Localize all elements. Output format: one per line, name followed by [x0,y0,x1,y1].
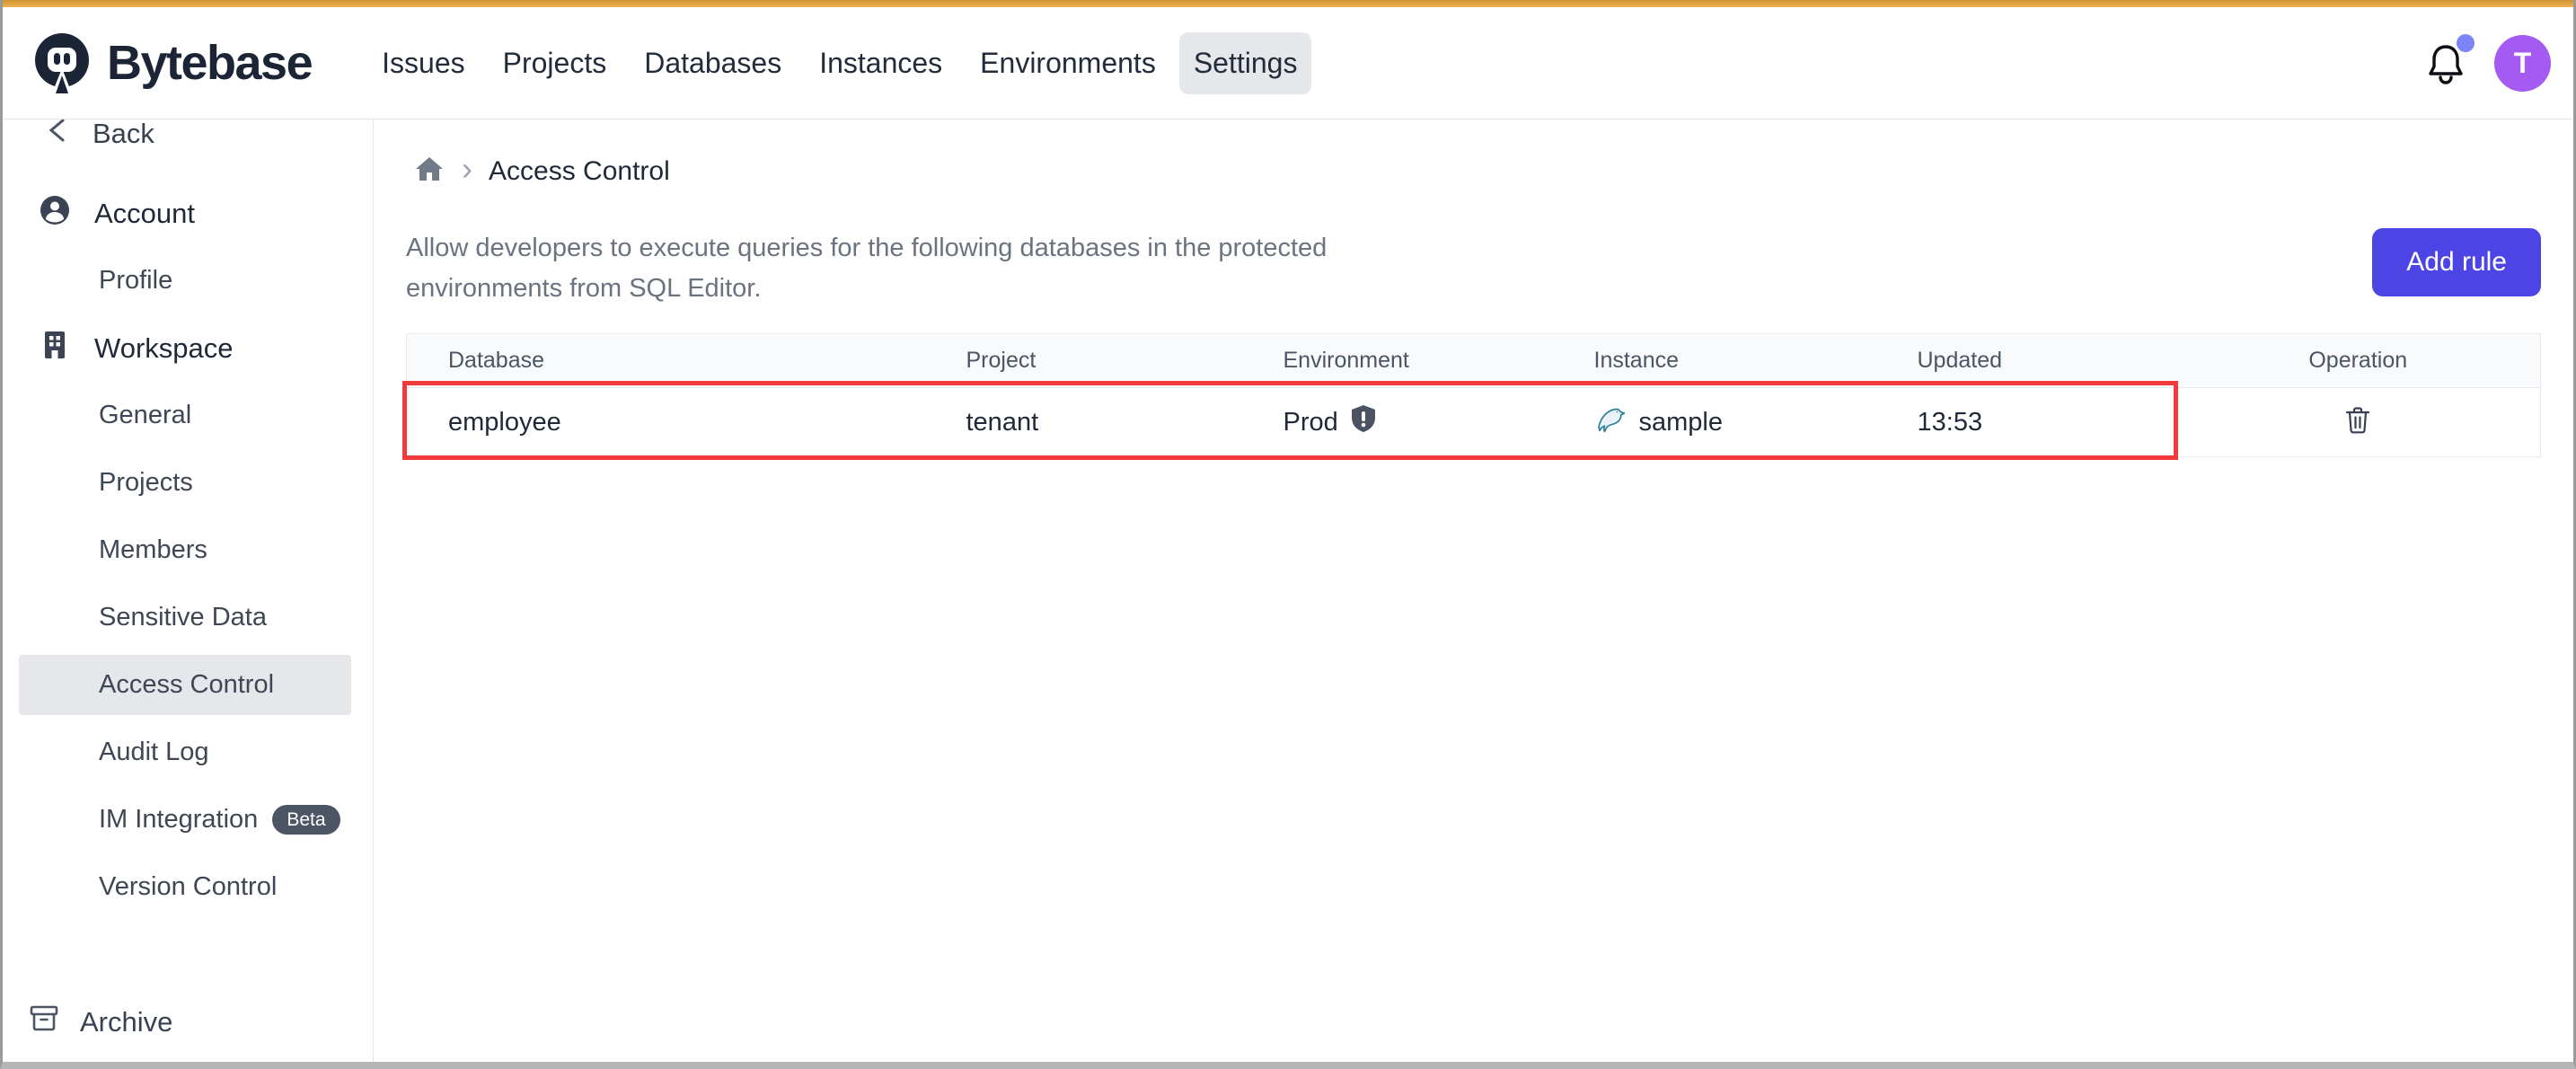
sidebar-item-profile[interactable]: Profile [3,247,373,314]
navbar-right: T [2426,35,2551,92]
section-account-label: Account [94,198,195,230]
page-description: Allow developers to execute queries for … [406,228,1439,309]
breadcrumb-chevron-icon: › [462,153,472,190]
home-icon[interactable] [413,154,446,190]
column-header-project: Project [966,334,1284,388]
column-header-updated: Updated [1918,334,2176,388]
cell-environment: Prod [1284,388,1594,457]
sidebar-item-sensitive-data[interactable]: Sensitive Data [3,584,373,651]
back-button[interactable]: Back [3,119,373,159]
notification-bell-button[interactable] [2426,41,2466,84]
app-window: Bytebase Issues Projects Databases Insta… [0,0,2576,1069]
nav-item-databases[interactable]: Databases [630,32,796,94]
instance-label: sample [1639,408,1724,437]
column-header-environment: Environment [1284,334,1594,388]
sidebar-item-im-integration[interactable]: IM Integration Beta [3,786,373,853]
shield-exclamation-icon [1349,403,1378,441]
building-icon [39,329,71,368]
table-header-row: Database Project Environment Instance Up… [407,334,2541,388]
sidebar-item-general[interactable]: General [3,382,373,449]
brand-name: Bytebase [107,35,312,91]
avatar[interactable]: T [2494,35,2551,92]
column-header-database: Database [407,334,966,388]
nav-item-environments[interactable]: Environments [966,32,1170,94]
section-account: Account [3,180,373,247]
access-rules-table: Database Project Environment Instance Up… [406,333,2540,457]
cell-updated: 13:53 [1918,388,2176,457]
main-content: › Access Control Allow developers to exe… [374,119,2573,1062]
nav-item-instances[interactable]: Instances [805,32,957,94]
cell-database: employee [407,388,966,457]
add-rule-button[interactable]: Add rule [2372,228,2541,296]
nav-item-settings[interactable]: Settings [1179,32,1312,94]
bell-icon [2426,73,2466,88]
sidebar-item-audit-log[interactable]: Audit Log [3,719,373,786]
notification-dot [2457,34,2475,52]
back-chevron-icon [46,119,69,151]
top-accent-bar [3,0,2573,7]
settings-sidebar: Back Account Profile [3,119,374,1062]
beta-badge: Beta [272,805,340,835]
column-header-instance: Instance [1594,334,1918,388]
trash-icon [2344,424,2371,437]
table-row[interactable]: employee tenant Prod [407,388,2541,457]
sidebar-item-members[interactable]: Members [3,517,373,584]
column-header-operation: Operation [2176,334,2541,388]
im-integration-label: IM Integration [99,805,258,835]
back-label: Back [93,119,154,150]
archive-icon [28,1003,60,1042]
brand[interactable]: Bytebase [30,31,312,95]
section-workspace-label: Workspace [94,332,234,365]
sidebar-item-version-control[interactable]: Version Control [3,853,373,921]
cell-instance: sample [1594,388,1918,457]
delete-rule-button[interactable] [2341,402,2375,441]
sidebar-item-archive[interactable]: Archive [3,995,373,1049]
sidebar-item-projects[interactable]: Projects [3,449,373,517]
bytebase-logo-icon [30,31,94,95]
user-circle-icon [39,194,71,234]
breadcrumb-page: Access Control [489,156,670,187]
cell-project: tenant [966,388,1284,457]
main-nav: Issues Projects Databases Instances Envi… [367,32,1311,94]
nav-item-projects[interactable]: Projects [489,32,622,94]
archive-label: Archive [80,1006,172,1038]
top-navbar: Bytebase Issues Projects Databases Insta… [3,7,2573,119]
nav-item-issues[interactable]: Issues [367,32,479,94]
cell-operation [2176,388,2541,457]
sidebar-item-access-control[interactable]: Access Control [19,655,351,715]
mysql-dolphin-icon [1594,402,1628,443]
environment-label: Prod [1284,408,1338,437]
section-workspace: Workspace [3,314,373,382]
breadcrumb: › Access Control [406,153,2541,190]
